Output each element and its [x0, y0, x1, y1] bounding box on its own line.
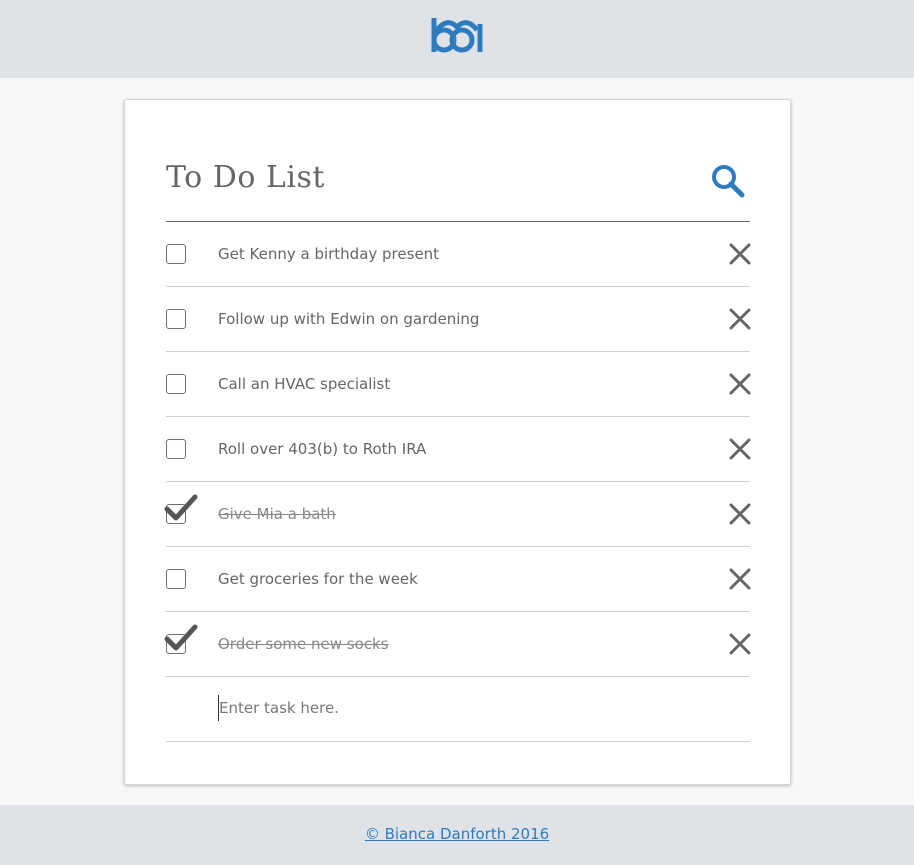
- task-checkbox[interactable]: [164, 494, 198, 524]
- delete-task-icon[interactable]: [729, 308, 751, 330]
- task-row: Follow up with Edwin on gardening: [166, 287, 751, 352]
- delete-task-icon[interactable]: [729, 438, 751, 460]
- task-row: Call an HVAC specialist: [166, 352, 751, 417]
- new-task-row: [166, 677, 750, 742]
- task-row: Roll over 403(b) to Roth IRA: [166, 417, 751, 482]
- delete-task-icon[interactable]: [729, 503, 751, 525]
- task-row: Get Kenny a birthday present: [166, 222, 751, 287]
- delete-task-icon[interactable]: [729, 633, 751, 655]
- task-label: Follow up with Edwin on gardening: [218, 310, 480, 328]
- copyright-link[interactable]: © Bianca Danforth 2016: [365, 825, 549, 843]
- task-row: Order some new socks: [164, 612, 751, 677]
- task-label: Call an HVAC specialist: [218, 375, 391, 393]
- delete-task-icon[interactable]: [729, 373, 751, 395]
- task-checkbox[interactable]: [166, 374, 186, 394]
- task-label: Give Mia a bath: [218, 505, 336, 523]
- task-label: Order some new socks: [218, 635, 389, 653]
- task-checkbox[interactable]: [164, 624, 198, 654]
- task-label: Get groceries for the week: [218, 570, 418, 588]
- task-checkbox[interactable]: [166, 309, 186, 329]
- delete-task-icon[interactable]: [729, 568, 751, 590]
- task-list: Get Kenny a birthday present Follow up wi…: [164, 222, 751, 742]
- delete-task-icon[interactable]: [729, 243, 751, 265]
- task-row: Get groceries for the week: [166, 547, 751, 612]
- task-label: Get Kenny a birthday present: [218, 245, 440, 263]
- task-checkbox[interactable]: [166, 569, 186, 589]
- new-task-input[interactable]: [218, 695, 719, 721]
- footer: © Bianca Danforth 2016: [0, 805, 914, 865]
- todo-card: To Do List Get Kenny a birthday present F…: [124, 99, 791, 785]
- task-checkbox[interactable]: [166, 244, 186, 264]
- checkmark-icon: [164, 494, 198, 521]
- checkmark-icon: [164, 624, 198, 651]
- task-row: Give Mia a bath: [164, 482, 751, 547]
- top-bar: [0, 0, 914, 78]
- bd-logo-icon[interactable]: [430, 16, 484, 56]
- page-title: To Do List: [166, 160, 325, 195]
- task-checkbox[interactable]: [166, 439, 186, 459]
- search-icon[interactable]: [711, 164, 745, 198]
- task-label: Roll over 403(b) to Roth IRA: [218, 440, 427, 458]
